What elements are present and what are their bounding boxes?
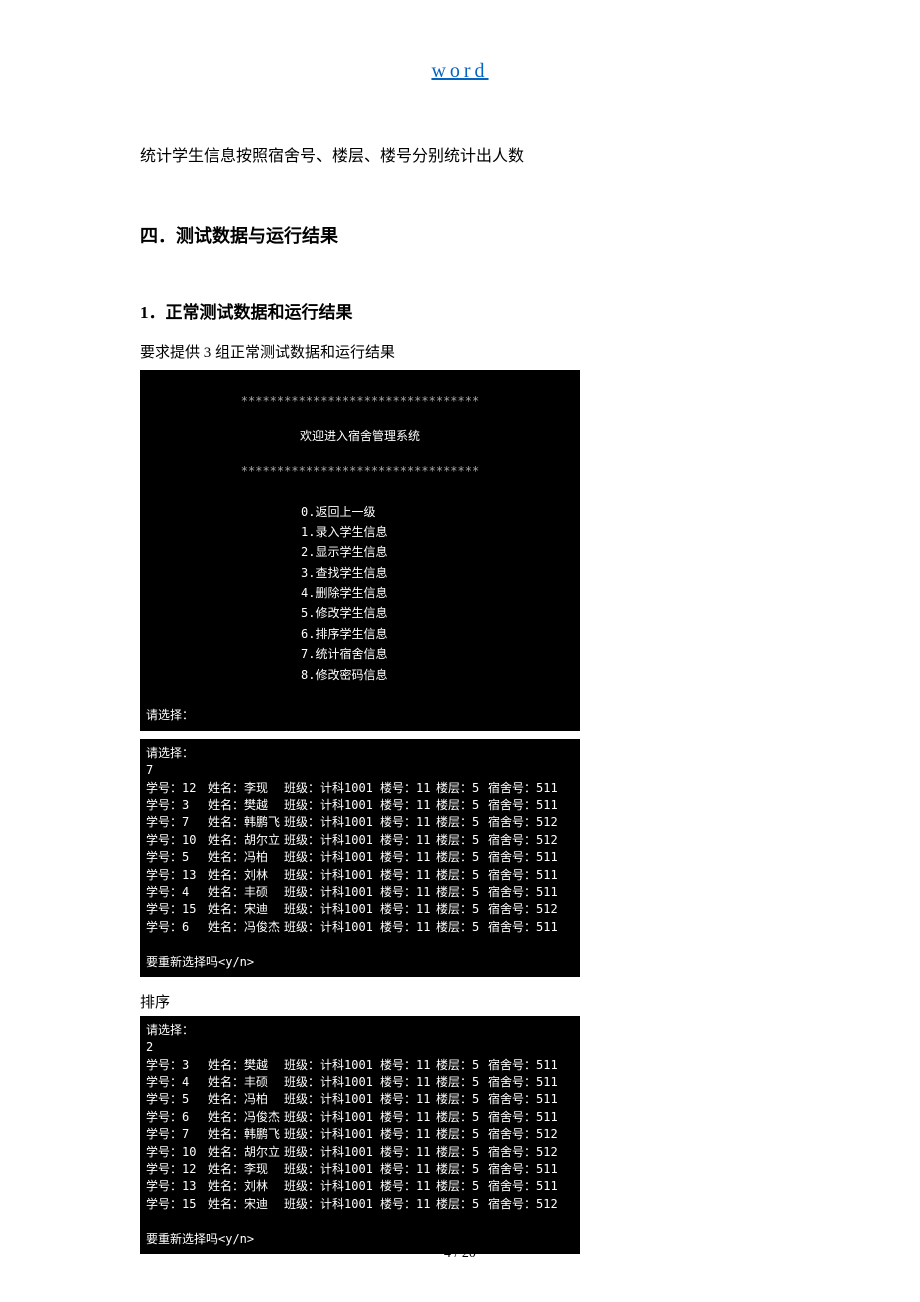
retry-prompt-2: 要重新选择吗<y/n>: [146, 1232, 254, 1246]
sort-label: 排序: [140, 991, 780, 1012]
table-row: 学号：15姓名：宋迪班级：计科1001楼号：11楼层：5宿舍号：512: [146, 901, 574, 918]
ascii-border-top: *********************************: [146, 393, 574, 410]
table-row: 学号：13姓名：刘林班级：计科1001楼号：11楼层：5宿舍号：511: [146, 1178, 574, 1195]
console-menu: ********************************* 欢迎进入宿舍…: [140, 370, 580, 731]
subsection-1-desc: 要求提供 3 组正常测试数据和运行结果: [140, 341, 780, 362]
table-row: 学号：5姓名：冯柏班级：计科1001楼号：11楼层：5宿舍号：511: [146, 1091, 574, 1108]
subsection-1-heading: 1．正常测试数据和运行结果: [140, 298, 780, 323]
table-row: 学号：3姓名：樊越班级：计科1001楼号：11楼层：5宿舍号：511: [146, 797, 574, 814]
table-row: 学号：4姓名：丰硕班级：计科1001楼号：11楼层：5宿舍号：511: [146, 1074, 574, 1091]
table-row: 学号：4姓名：丰硕班级：计科1001楼号：11楼层：5宿舍号：511: [146, 884, 574, 901]
menu-item: 4.删除学生信息: [146, 585, 574, 602]
table-row: 学号：10姓名：胡尔立班级：计科1001楼号：11楼层：5宿舍号：512: [146, 1144, 574, 1161]
table-row: 学号：12姓名：李现班级：计科1001楼号：11楼层：5宿舍号：511: [146, 780, 574, 797]
menu-title: 欢迎进入宿舍管理系统: [146, 428, 574, 445]
choice-2: 2: [146, 1040, 153, 1054]
prompt-select: 请选择：: [146, 708, 194, 722]
prompt-select-2: 请选择：: [146, 746, 194, 760]
menu-item: 8.修改密码信息: [146, 667, 574, 684]
table-row: 学号：13姓名：刘林班级：计科1001楼号：11楼层：5宿舍号：511: [146, 867, 574, 884]
prompt-select-3: 请选择：: [146, 1023, 194, 1037]
menu-item: 2.显示学生信息: [146, 544, 574, 561]
section-4-heading: 四．测试数据与运行结果: [140, 222, 780, 248]
ascii-border-bottom: *********************************: [146, 463, 574, 480]
intro-paragraph: 统计学生信息按照宿舍号、楼层、楼号分别统计出人数: [140, 143, 780, 172]
table-row: 学号：15姓名：宋迪班级：计科1001楼号：11楼层：5宿舍号：512: [146, 1196, 574, 1213]
table-row: 学号：7姓名：韩鹏飞班级：计科1001楼号：11楼层：5宿舍号：512: [146, 1126, 574, 1143]
table-row: 学号：12姓名：李现班级：计科1001楼号：11楼层：5宿舍号：511: [146, 1161, 574, 1178]
header-link-text: word: [431, 60, 488, 82]
menu-item: 5.修改学生信息: [146, 605, 574, 622]
table-row: 学号：10姓名：胡尔立班级：计科1001楼号：11楼层：5宿舍号：512: [146, 832, 574, 849]
retry-prompt-1: 要重新选择吗<y/n>: [146, 955, 254, 969]
console-table-unsorted: 请选择： 7 学号：12姓名：李现班级：计科1001楼号：11楼层：5宿舍号：5…: [140, 739, 580, 977]
table-row: 学号：6姓名：冯俊杰班级：计科1001楼号：11楼层：5宿舍号：511: [146, 919, 574, 936]
menu-item: 1.录入学生信息: [146, 524, 574, 541]
menu-item: 6.排序学生信息: [146, 626, 574, 643]
table-row: 学号：3姓名：樊越班级：计科1001楼号：11楼层：5宿舍号：511: [146, 1057, 574, 1074]
page-number: 4 / 20: [0, 1246, 920, 1262]
menu-item: 7.统计宿舍信息: [146, 646, 574, 663]
choice-7: 7: [146, 763, 153, 777]
table-row: 学号：7姓名：韩鹏飞班级：计科1001楼号：11楼层：5宿舍号：512: [146, 814, 574, 831]
header-link[interactable]: word: [140, 60, 780, 83]
console-table-sorted: 请选择： 2 学号：3姓名：樊越班级：计科1001楼号：11楼层：5宿舍号：51…: [140, 1016, 580, 1254]
table-row: 学号：5姓名：冯柏班级：计科1001楼号：11楼层：5宿舍号：511: [146, 849, 574, 866]
menu-item: 0.返回上一级: [146, 504, 574, 521]
menu-item: 3.查找学生信息: [146, 565, 574, 582]
table-row: 学号：6姓名：冯俊杰班级：计科1001楼号：11楼层：5宿舍号：511: [146, 1109, 574, 1126]
